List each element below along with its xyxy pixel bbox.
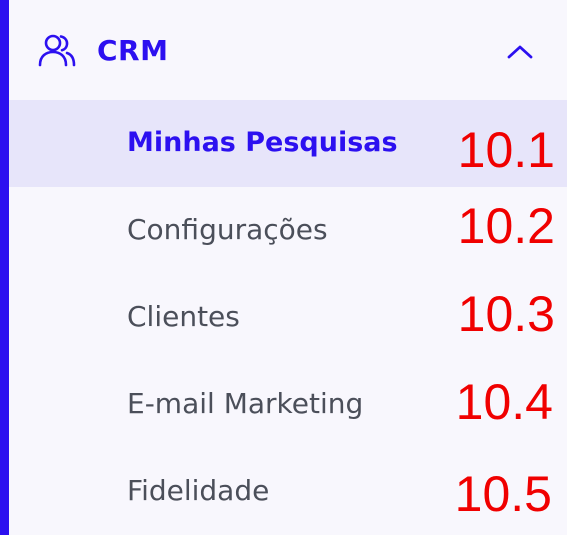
menu-item-label: Clientes bbox=[127, 300, 240, 333]
sidebar-panel: CRM Minhas Pesquisas Configurações Clien… bbox=[0, 0, 567, 535]
menu-item-label: Configurações bbox=[127, 213, 328, 246]
annotation-label: 10.4 bbox=[455, 374, 553, 430]
annotation-label: 10.3 bbox=[457, 286, 555, 342]
section-header-crm[interactable]: CRM bbox=[9, 0, 567, 100]
annotation-label: 10.1 bbox=[457, 122, 555, 178]
menu-item-label: Fidelidade bbox=[127, 474, 270, 507]
section-title: CRM bbox=[97, 34, 169, 67]
chevron-up-icon[interactable] bbox=[505, 40, 535, 64]
annotation-label: 10.2 bbox=[457, 198, 555, 254]
users-icon bbox=[38, 34, 76, 67]
annotation-label: 10.5 bbox=[454, 466, 552, 522]
menu-item-label: Minhas Pesquisas bbox=[127, 127, 398, 158]
menu-item-label: E-mail Marketing bbox=[127, 387, 364, 420]
active-section-indicator bbox=[0, 0, 9, 535]
